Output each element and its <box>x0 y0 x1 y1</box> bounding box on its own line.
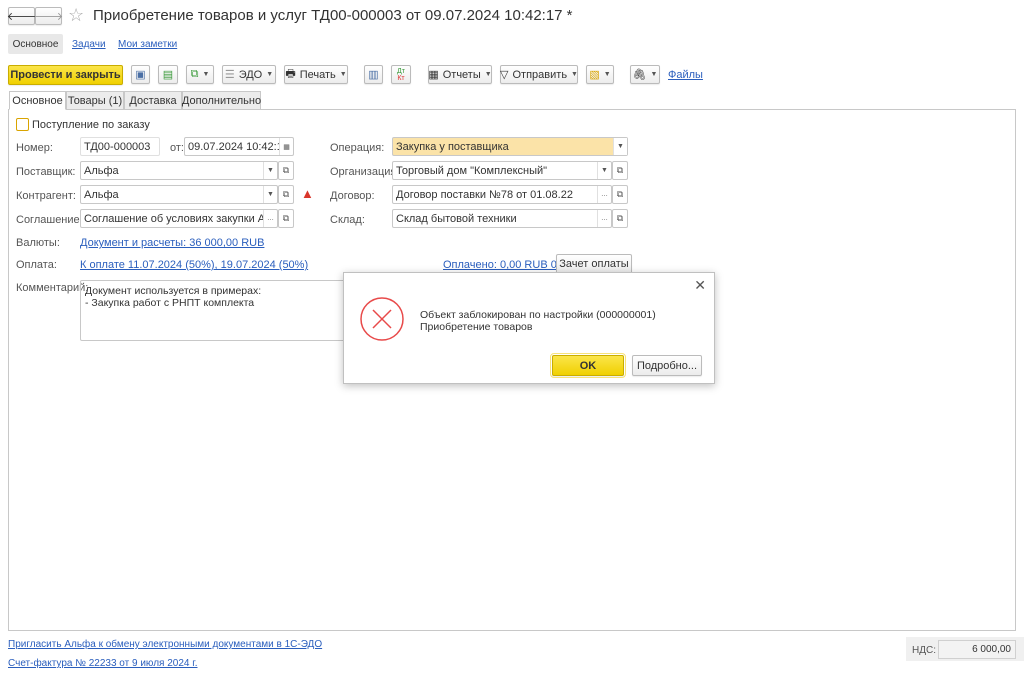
print-button[interactable]: 🖶 Печать ▼ <box>284 65 348 84</box>
files-link[interactable]: Файлы <box>668 69 703 81</box>
attach-button[interactable]: 🖇 ▼ <box>630 65 660 84</box>
vat-value: 6 000,00 <box>938 640 1016 659</box>
currency-link[interactable]: Документ и расчеты: 36 000,00 RUB <box>80 237 264 249</box>
select-icon[interactable]: … <box>597 210 611 227</box>
order-checkbox-label: Поступление по заказу <box>32 119 150 131</box>
post-document-icon: ▤ <box>162 69 174 81</box>
chevron-down-icon[interactable]: ▼ <box>263 162 277 179</box>
counterparty-label: Контрагент: <box>16 190 76 202</box>
open-icon[interactable]: ⧉ <box>612 161 628 180</box>
warehouse-field[interactable]: Склад бытовой техники… <box>392 209 612 228</box>
open-icon[interactable]: ⧉ <box>278 209 294 228</box>
select-icon[interactable]: … <box>597 186 611 203</box>
contract-label: Договор: <box>330 190 375 202</box>
subtab-tasks[interactable]: Задачи <box>72 39 106 50</box>
arrow-right-icon: 🡒 <box>33 11 64 23</box>
operation-label: Операция: <box>330 142 385 154</box>
edo-icon: ☰ <box>224 69 235 81</box>
supplier-field[interactable]: Альфа ▼ <box>80 161 278 180</box>
organization-field[interactable]: Торговый дом "Комплексный" ▼ <box>392 161 612 180</box>
invite-edo-link[interactable]: Пригласить Альфа к обмену электронными д… <box>8 639 322 650</box>
create-based-icon: ⧉ <box>190 68 199 80</box>
warehouse-label: Склад: <box>330 214 365 226</box>
number-label: Номер: <box>16 142 53 154</box>
journal-button[interactable]: ▥ <box>364 65 383 84</box>
reports-button[interactable]: ▦ Отчеты ▼ <box>428 65 492 84</box>
document-clock-icon: ▧ <box>589 69 600 81</box>
contract-field[interactable]: Договор поставки №78 от 01.08.22… <box>392 185 612 204</box>
post-and-close-button[interactable]: Провести и закрыть <box>8 65 123 85</box>
chevron-down-icon[interactable]: ▼ <box>263 186 277 203</box>
tab-main[interactable]: Основное <box>9 91 66 110</box>
open-icon[interactable]: ⧉ <box>612 185 628 204</box>
invoice-link[interactable]: Счет-фактура № 22233 от 9 июля 2024 г. <box>8 658 197 669</box>
chevron-down-icon[interactable]: ▼ <box>613 138 627 155</box>
dt-kt-button[interactable]: Дт Кт <box>391 65 411 84</box>
error-icon <box>360 297 404 341</box>
create-based-on-button[interactable]: ⧉ ▼ <box>186 65 214 84</box>
edo-button[interactable]: ☰ ЭДО ▼ <box>222 65 276 84</box>
tab-additional[interactable]: Дополнительно <box>182 91 261 110</box>
select-icon[interactable]: … <box>263 210 277 227</box>
list-icon: ▥ <box>368 69 379 81</box>
extra-actions-button[interactable]: ▧ ▼ <box>586 65 614 84</box>
edo-label: ЭДО <box>238 68 263 81</box>
error-dialog: ✕ Объект заблокирован по настройки (0000… <box>343 272 715 384</box>
star-icon[interactable]: ☆ <box>68 5 84 26</box>
save-icon: ▣ <box>135 69 146 81</box>
post-button[interactable]: ▤ <box>158 65 178 84</box>
open-icon[interactable]: ⧉ <box>278 185 294 204</box>
agreement-label: Соглашение: <box>16 214 83 226</box>
reports-label: Отчеты <box>442 68 481 81</box>
payment-link[interactable]: К оплате 11.07.2024 (50%), 19.07.2024 (5… <box>80 259 308 271</box>
vat-label: НДС: <box>912 645 936 656</box>
dialog-message: Объект заблокирован по настройки (000000… <box>420 309 656 333</box>
forward-button[interactable]: 🡒 <box>33 7 64 25</box>
currency-label: Валюты: <box>16 237 60 249</box>
number-field[interactable]: ТД00-000003 <box>80 137 160 156</box>
send-button[interactable]: ▽ Отправить ▼ <box>500 65 578 84</box>
operation-field[interactable]: Закупка у поставщика ▼ <box>392 137 628 156</box>
supplier-label: Поставщик: <box>16 166 76 178</box>
tab-goods[interactable]: Товары (1) <box>66 91 124 110</box>
paperclip-icon: 🖇 <box>632 69 647 81</box>
details-button[interactable]: Подробно... <box>632 355 702 376</box>
open-icon[interactable]: ⧉ <box>278 161 294 180</box>
send-label: Отправить <box>512 68 568 81</box>
chevron-down-icon[interactable]: ▼ <box>597 162 611 179</box>
back-button[interactable]: 🡐 <box>6 7 37 25</box>
ok-button[interactable]: OK <box>550 353 626 378</box>
page-title: Приобретение товаров и услуг ТД00-000003… <box>93 7 573 24</box>
arrow-left-icon: 🡐 <box>6 11 37 23</box>
counterparty-field[interactable]: Альфа ▼ <box>80 185 278 204</box>
agreement-field[interactable]: Соглашение об условиях закупки А-1 от 01… <box>80 209 278 228</box>
subtab-main[interactable]: Основное <box>8 34 63 54</box>
payment-offset-button[interactable]: Зачет оплаты <box>556 254 632 274</box>
close-icon[interactable]: ✕ <box>694 277 706 294</box>
kt-icon: Кт <box>397 74 405 82</box>
calendar-icon[interactable]: ▦ <box>279 138 293 155</box>
open-icon[interactable]: ⧉ <box>612 209 628 228</box>
tab-delivery[interactable]: Доставка <box>124 91 182 110</box>
printer-icon: 🖶 <box>285 68 296 80</box>
order-checkbox[interactable] <box>16 118 29 131</box>
subtab-notes[interactable]: Мои заметки <box>118 39 177 50</box>
payment-label: Оплата: <box>16 259 57 271</box>
warning-icon[interactable]: ▲ <box>301 186 314 201</box>
organization-label: Организация: <box>330 166 400 178</box>
reports-icon: ▦ <box>428 69 439 81</box>
paid-link[interactable]: Оплачено: 0,00 RUB 0% <box>443 259 567 271</box>
dt-icon: Дт <box>397 67 405 75</box>
comment-label: Комментарий: <box>16 282 89 294</box>
from-label: от: <box>170 142 184 154</box>
save-button[interactable]: ▣ <box>131 65 150 84</box>
date-field[interactable]: 09.07.2024 10:42:17 ▦ <box>184 137 294 156</box>
print-label: Печать <box>299 68 336 81</box>
send-icon: ▽ <box>500 69 509 81</box>
